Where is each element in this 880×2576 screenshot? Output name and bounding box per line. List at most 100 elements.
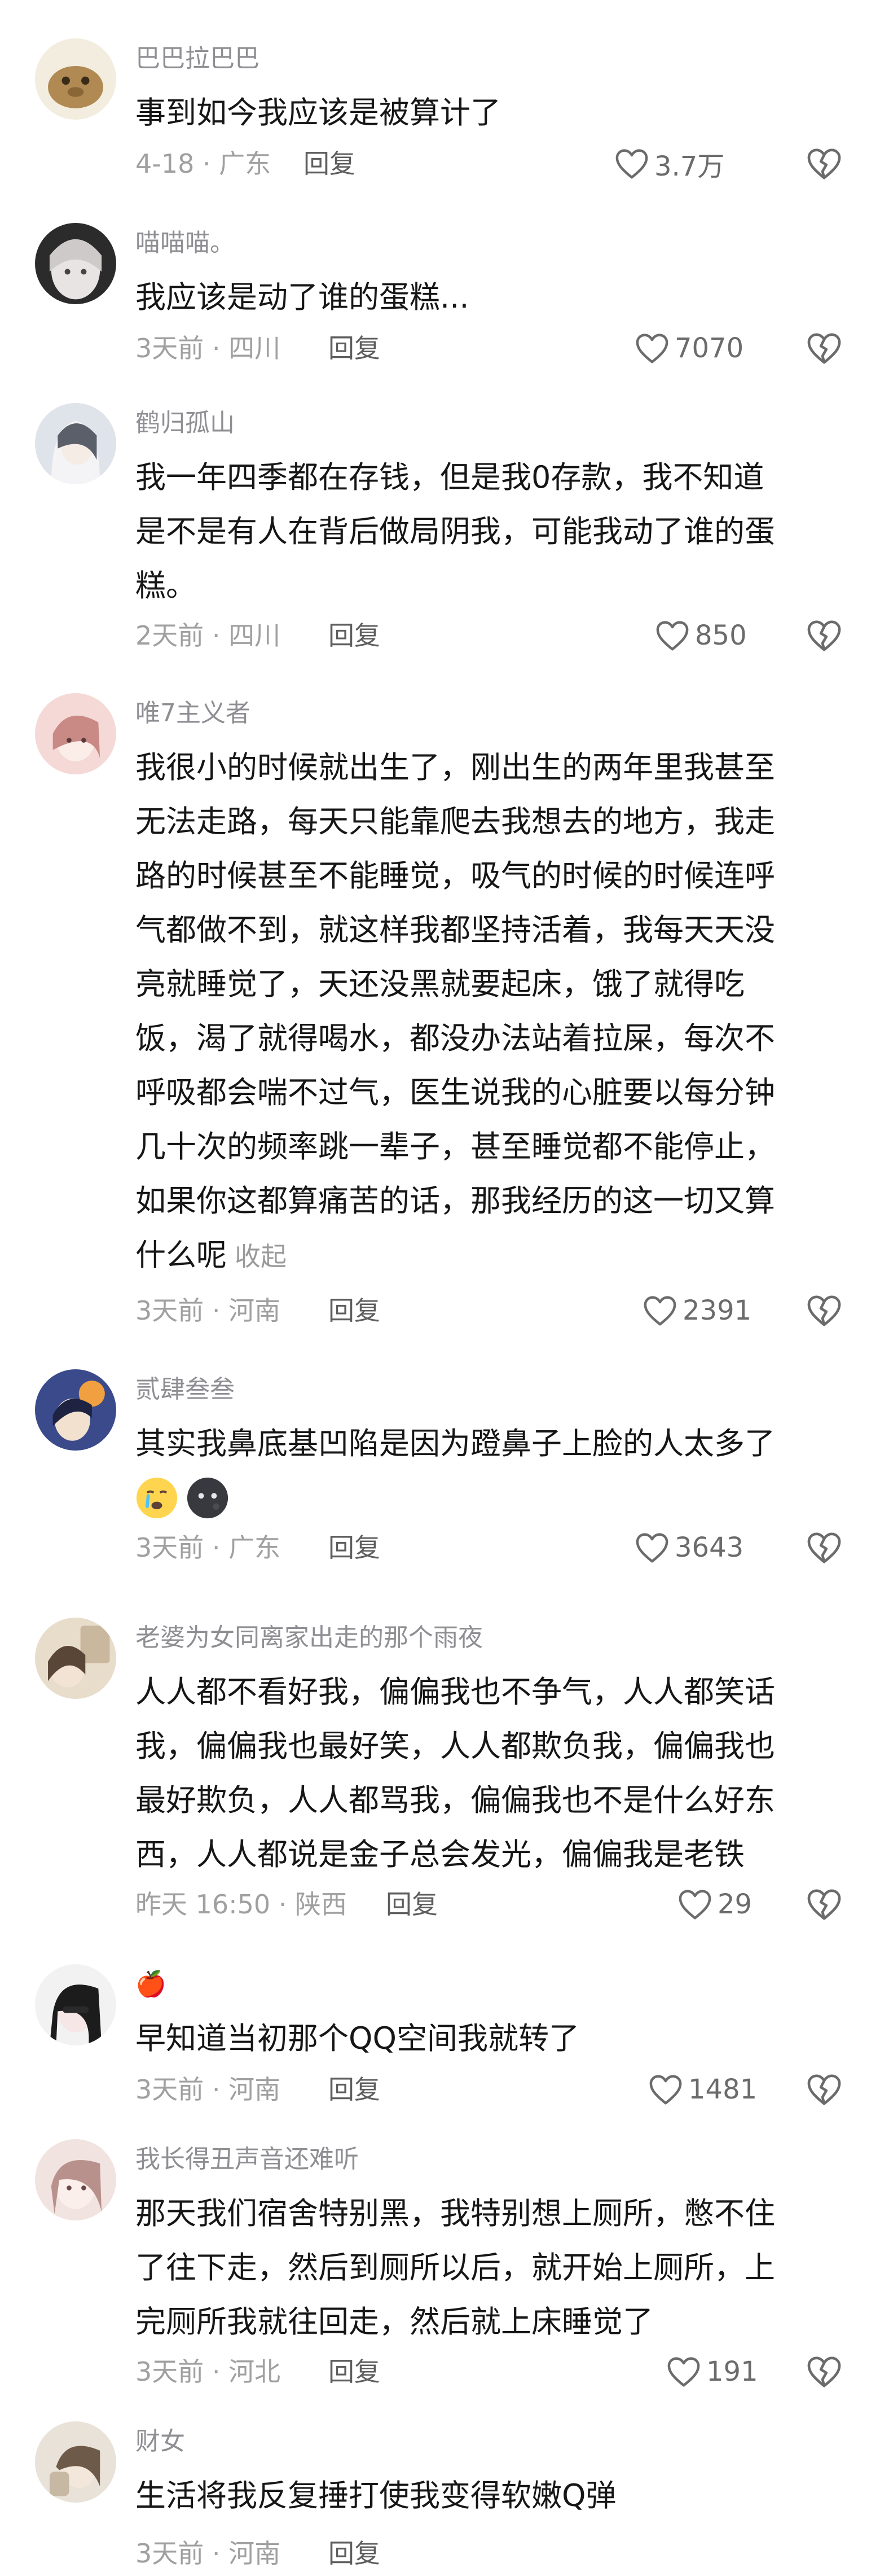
like-button[interactable]: 7070 — [635, 330, 743, 366]
broken-heart-icon — [807, 620, 841, 651]
heart-icon — [649, 2075, 682, 2105]
username[interactable]: 🍎 — [135, 1969, 166, 2000]
comment-line: 呼吸都会喘不过气，医生说我的心脏要以每分钟 — [135, 1075, 775, 1110]
like-button[interactable]: 191 — [667, 2354, 758, 2390]
comment-meta: 3天前 · 广东 — [135, 1532, 281, 1563]
dislike-button[interactable] — [807, 1886, 843, 1922]
comment-line: 什么呢 收起 — [135, 1228, 841, 1283]
collapse-button[interactable]: 收起 — [235, 1241, 287, 1272]
like-count: 29 — [718, 1889, 753, 1920]
comment-line: 路的时候甚至不能睡觉，吸气的时候的时候连呼 — [135, 858, 775, 893]
heart-icon — [615, 149, 648, 179]
like-button[interactable]: 29 — [678, 1886, 752, 1922]
dislike-button[interactable] — [807, 617, 843, 654]
username[interactable]: 我长得丑声音还难听 — [135, 2144, 359, 2175]
avatar[interactable] — [35, 2139, 116, 2220]
like-button[interactable]: 1481 — [649, 2071, 757, 2108]
avatar[interactable] — [35, 2421, 116, 2503]
like-button[interactable]: 2391 — [643, 1293, 751, 1329]
emoji-row — [135, 1471, 841, 1525]
comment-meta: 3天前 · 河南 — [135, 2538, 281, 2569]
username[interactable]: 巴巴拉巴巴 — [135, 43, 259, 75]
comment-line: 几十次的频率跳一辈子，甚至睡觉都不能停止， — [135, 1129, 775, 1164]
comment-line: 人人都不看好我，偏偏我也不争气，人人都笑话 — [135, 1674, 775, 1710]
comment-line: 其实我鼻底基凹陷是因为蹬鼻子上脸的人太多了 — [135, 1426, 775, 1461]
comment-text: 事到如今我应该是被算计了 — [135, 86, 841, 140]
like-count: 2391 — [683, 1295, 752, 1326]
like-count: 3643 — [675, 1532, 744, 1563]
dislike-button[interactable] — [807, 1530, 843, 1566]
avatar[interactable] — [35, 38, 116, 120]
like-count: 1481 — [688, 2074, 758, 2105]
comment-line: 我应该是动了谁的蛋糕... — [135, 279, 469, 315]
heart-icon — [656, 621, 689, 651]
like-button[interactable]: 3.7万 — [615, 146, 724, 182]
broken-heart-icon — [807, 1889, 841, 1920]
reply-button[interactable]: 回复 — [328, 1293, 380, 1329]
comment-line: 早知道当初那个QQ空间我就转了 — [135, 2021, 580, 2056]
dislike-button[interactable] — [807, 330, 843, 366]
avatar[interactable] — [35, 1369, 116, 1451]
comment-text: 我一年四季都在存钱，但是我0存款，我不知道 是不是有人在背后做局阴我，可能我动了… — [135, 450, 841, 613]
comment-line: 了往下走，然后到厕所以后，就开始上厕所，上 — [135, 2250, 775, 2285]
avatar[interactable] — [35, 403, 116, 484]
comment-text: 其实我鼻底基凹陷是因为蹬鼻子上脸的人太多了 — [135, 1417, 841, 1525]
comment-text: 早知道当初那个QQ空间我就转了 — [135, 2012, 841, 2066]
comment-text: 我应该是动了谁的蛋糕... — [135, 270, 841, 325]
heart-icon — [679, 1890, 711, 1920]
avatar[interactable] — [35, 1618, 116, 1699]
dislike-button[interactable] — [807, 2354, 843, 2390]
reply-button[interactable]: 回复 — [328, 2535, 380, 2571]
avatar[interactable] — [35, 693, 116, 774]
comment-meta: 4-18 · 广东 — [135, 148, 271, 179]
avatar[interactable] — [35, 1964, 116, 2045]
dark-moon-face-emoji — [186, 1477, 229, 1519]
comment-meta: 3天前 · 河北 — [135, 2356, 281, 2387]
like-button[interactable]: 850 — [655, 617, 747, 654]
comment-line: 事到如今我应该是被算计了 — [135, 95, 501, 130]
like-button[interactable]: 3643 — [635, 1530, 743, 1566]
username[interactable]: 贰肆叁叁 — [135, 1374, 235, 1405]
comment-line: 完厕所我就往回走，然后就上床睡觉了 — [135, 2304, 653, 2340]
comment-line: 我很小的时候就出生了，刚出生的两年里我甚至 — [135, 750, 775, 785]
comment-meta: 3天前 · 四川 — [135, 333, 281, 363]
comment-text: 生活将我反复捶打使我变得软嫩Q弹 — [135, 2469, 841, 2523]
comment-line-text: 什么呢 — [135, 1237, 227, 1273]
comment-line: 最好欺负，人人都骂我，偏偏我也不是什么好东 — [135, 1782, 775, 1818]
username[interactable]: 喵喵喵。 — [135, 227, 235, 259]
reply-button[interactable]: 回复 — [328, 2071, 380, 2108]
heart-icon — [636, 1533, 668, 1563]
like-count: 191 — [706, 2356, 758, 2387]
reply-button[interactable]: 回复 — [328, 1530, 380, 1566]
comment-line: 我，偏偏我也最好笑，人人都欺负我，偏偏我也 — [135, 1728, 775, 1764]
broken-heart-icon — [807, 148, 841, 179]
comment-line: 那天我们宿舍特别黑，我特别想上厕所，憋不住 — [135, 2196, 775, 2231]
reply-button[interactable]: 回复 — [328, 2354, 380, 2390]
comment-line: 生活将我反复捶打使我变得软嫩Q弹 — [135, 2478, 617, 2513]
like-count: 7070 — [675, 332, 744, 364]
avatar[interactable] — [35, 223, 116, 304]
username[interactable]: 鹤归孤山 — [135, 408, 235, 439]
dislike-button[interactable] — [807, 1293, 843, 1329]
broken-heart-icon — [807, 1532, 841, 1563]
comment-text: 我很小的时候就出生了，刚出生的两年里我甚至 无法走路，每天只能靠爬去我想去的地方… — [135, 741, 841, 1283]
reply-button[interactable]: 回复 — [328, 330, 380, 366]
reply-button[interactable]: 回复 — [303, 146, 355, 182]
comment-line: 糕。 — [135, 568, 196, 603]
username[interactable]: 唯7主义者 — [135, 698, 250, 729]
comment-text: 人人都不看好我，偏偏我也不争气，人人都笑话 我，偏偏我也最好笑，人人都欺负我，偏… — [135, 1665, 841, 1882]
broken-heart-icon — [807, 1295, 841, 1326]
comment-line: 无法走路，每天只能靠爬去我想去的地方，我走 — [135, 804, 775, 839]
dislike-button[interactable] — [807, 2071, 843, 2108]
like-count: 3.7万 — [654, 151, 725, 182]
username[interactable]: 财女 — [135, 2426, 185, 2457]
broken-heart-icon — [807, 2074, 841, 2105]
comment-line: 是不是有人在背后做局阴我，可能我动了谁的蛋 — [135, 514, 775, 549]
comment-meta: 3天前 · 河南 — [135, 2074, 281, 2105]
reply-button[interactable]: 回复 — [328, 617, 380, 654]
comment-line: 亮就睡觉了，天还没黑就要起床，饿了就得吃 — [135, 966, 745, 1002]
username[interactable]: 老婆为女同离家出走的那个雨夜 — [135, 1622, 483, 1654]
reply-button[interactable]: 回复 — [386, 1886, 438, 1922]
comment-meta: 昨天 16:50 · 陕西 — [135, 1889, 347, 1920]
dislike-button[interactable] — [807, 146, 843, 182]
